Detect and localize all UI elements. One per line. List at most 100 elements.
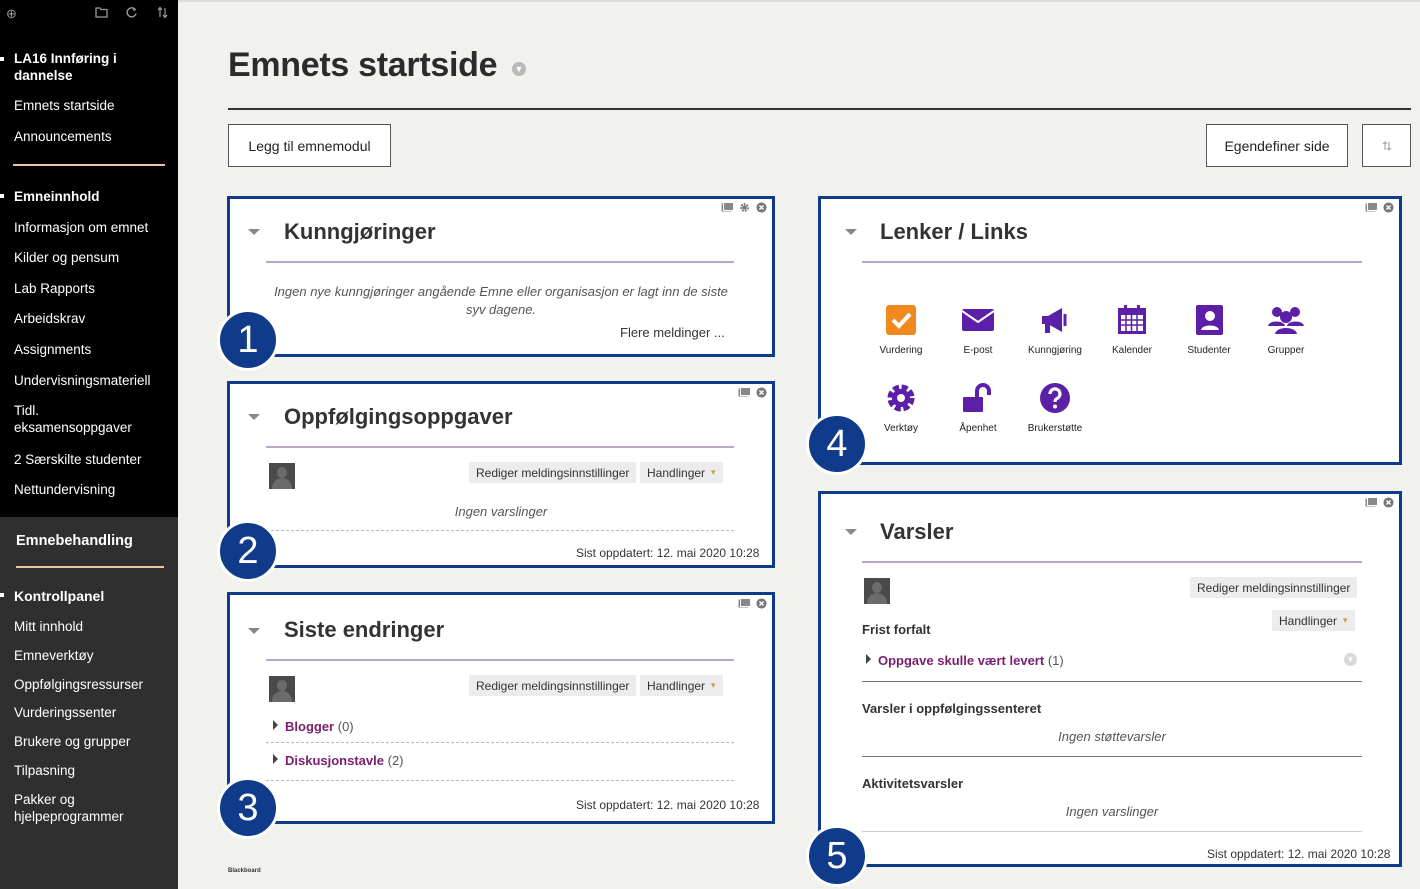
sidebar-item-customization[interactable]: Tilpasning [14, 762, 174, 779]
item-label[interactable]: Diskusjonstavle [285, 753, 384, 768]
module-tools [1365, 497, 1395, 508]
list-item-blogs[interactable]: Blogger (0) [273, 719, 354, 734]
close-icon[interactable] [1382, 497, 1395, 508]
actions-menu-button[interactable]: Handlinger ▾ [1272, 610, 1355, 631]
activity-alerts-heading: Aktivitetsvarsler [862, 776, 964, 791]
sidebar-item-my-content[interactable]: Mitt innhold [14, 618, 174, 635]
window-icon[interactable] [721, 202, 734, 213]
module-divider [266, 659, 734, 661]
edit-notification-settings-button[interactable]: Rediger meldingsinnstillinger [469, 462, 637, 483]
sidebar-divider [16, 566, 164, 568]
close-icon[interactable] [755, 598, 768, 609]
tile-kunngjoring[interactable]: Kunngjøring [1015, 304, 1095, 356]
edit-notification-settings-button[interactable]: Rediger meldingsinnstillinger [469, 675, 637, 696]
module-title: Varsler [880, 519, 954, 544]
sidebar-item-special-students[interactable]: 2 Særskilte studenter [14, 451, 174, 468]
sidebar-item-grade-center[interactable]: Vurderingssenter [14, 704, 174, 721]
collapse-icon[interactable] [248, 628, 260, 634]
more-messages-link[interactable]: Flere meldinger ... [620, 325, 725, 340]
list-item-discussion-board[interactable]: Diskusjonstavle (2) [273, 753, 404, 768]
close-icon[interactable] [755, 387, 768, 398]
close-icon[interactable] [1382, 202, 1395, 213]
followup-empty-text: Ingen varslinger [454, 504, 548, 519]
avatar [269, 463, 295, 489]
control-panel-heading[interactable]: Kontrollpanel [14, 588, 174, 605]
window-icon[interactable] [1365, 497, 1378, 508]
module-divider [266, 446, 734, 448]
sidebar-item-work-requirements[interactable]: Arbeidskrav [14, 310, 174, 327]
tile-apenhet[interactable]: Åpenhet [938, 382, 1018, 434]
sidebar-item-followup-resources[interactable]: Oppfølgingsressurser [14, 676, 174, 693]
sidebar-item-lab-reports[interactable]: Lab Rapports [14, 280, 174, 297]
tile-epost[interactable]: E-post [938, 304, 1018, 356]
plus-circle-icon[interactable]: ⊕ [6, 6, 17, 22]
sidebar-heading-content[interactable]: Emneinnhold [14, 188, 174, 205]
sidebar-item-sources[interactable]: Kilder og pensum [14, 249, 174, 266]
list-item-overdue[interactable]: Oppgave skulle vært levert (1) [866, 653, 1064, 668]
tile-studenter[interactable]: Studenter [1169, 304, 1249, 356]
chevron-down-icon: ▾ [711, 467, 716, 477]
contacts-icon [1196, 305, 1223, 335]
chevron-down-icon[interactable]: ▼ [512, 62, 526, 76]
section-divider [862, 831, 1362, 832]
sidebar-item-assignments[interactable]: Assignments [14, 341, 174, 358]
item-label[interactable]: Blogger [285, 719, 334, 734]
tile-label: Vurdering [879, 345, 923, 356]
sidebar-item-announcements[interactable]: Announcements [14, 128, 174, 145]
collapse-icon[interactable] [248, 414, 260, 420]
sidebar-item-users-groups[interactable]: Brukere og grupper [14, 733, 174, 750]
sidebar-item-online-teaching[interactable]: Nettundervisning [14, 481, 174, 498]
callout-badge-2: 2 [217, 520, 279, 582]
tile-brukerstotte[interactable]: Brukerstøtte [1015, 382, 1095, 434]
chevron-down-icon: ▾ [1343, 615, 1348, 625]
tile-vurdering[interactable]: Vurdering [861, 304, 941, 356]
sidebar-item-past-exams[interactable]: Tidl. eksamensoppgaver [14, 402, 134, 436]
sidebar-heading-management[interactable]: Emnebehandling [16, 533, 176, 550]
actions-label: Handlinger [647, 678, 706, 693]
actions-menu-button[interactable]: Handlinger ▾ [640, 675, 723, 696]
last-updated: Sist oppdatert: 12. mai 2020 10:28 [576, 798, 760, 812]
tile-verktoy[interactable]: Verktøy [861, 382, 941, 434]
unlock-icon [963, 383, 991, 412]
item-count: (0) [337, 719, 354, 734]
sort-icon[interactable] [156, 6, 169, 23]
collapse-icon[interactable] [845, 529, 857, 535]
section-divider [862, 756, 1362, 757]
item-count: (2) [387, 753, 404, 768]
dotted-divider [266, 530, 734, 531]
expand-icon [273, 720, 278, 730]
close-icon[interactable] [755, 202, 768, 213]
item-count: (1) [1047, 653, 1064, 668]
refresh-icon[interactable] [125, 6, 138, 23]
tile-grupper[interactable]: Grupper [1246, 304, 1326, 356]
add-module-button[interactable]: Legg til emnemodul [228, 124, 391, 167]
module-tools [721, 202, 768, 213]
course-title[interactable]: LA16 Innføring i dannelse [14, 50, 174, 84]
customize-page-button[interactable]: Egendefiner side [1206, 124, 1348, 167]
alerts-module: Varsler Rediger meldingsinnstillinger Ha… [818, 491, 1402, 867]
course-menu-toolbar: ⊕ [0, 0, 178, 30]
edit-notification-settings-button[interactable]: Rediger meldingsinnstillinger [1190, 577, 1358, 598]
sidebar-item-course-tools[interactable]: Emneverktøy [14, 647, 174, 664]
callout-badge-1: 1 [217, 309, 279, 371]
sidebar-item-packages[interactable]: Pakker og hjelpeprogrammer [14, 791, 144, 825]
tile-kalender[interactable]: Kalender [1092, 304, 1172, 356]
actions-menu-button[interactable]: Handlinger ▾ [640, 462, 723, 483]
chevron-down-icon[interactable]: ▼ [1344, 653, 1357, 666]
window-icon[interactable] [1365, 202, 1378, 213]
collapse-icon[interactable] [845, 229, 857, 235]
reorder-button[interactable] [1362, 124, 1411, 167]
callout-badge-5: 5 [806, 825, 868, 887]
gear-icon[interactable] [738, 202, 751, 213]
callout-badge-4: 4 [806, 413, 868, 475]
item-label[interactable]: Oppgave skulle vært levert [878, 653, 1044, 668]
callout-badge-3: 3 [217, 777, 279, 839]
window-icon[interactable] [738, 598, 751, 609]
sidebar-item-teaching-material[interactable]: Undervisningsmateriell [14, 372, 174, 389]
sidebar-item-startside[interactable]: Emnets startside [14, 97, 174, 114]
sidebar-item-info[interactable]: Informasjon om emnet [14, 219, 174, 236]
folder-icon[interactable] [95, 6, 108, 22]
sort-icon [1382, 140, 1391, 151]
collapse-icon[interactable] [248, 229, 260, 235]
window-icon[interactable] [738, 387, 751, 398]
